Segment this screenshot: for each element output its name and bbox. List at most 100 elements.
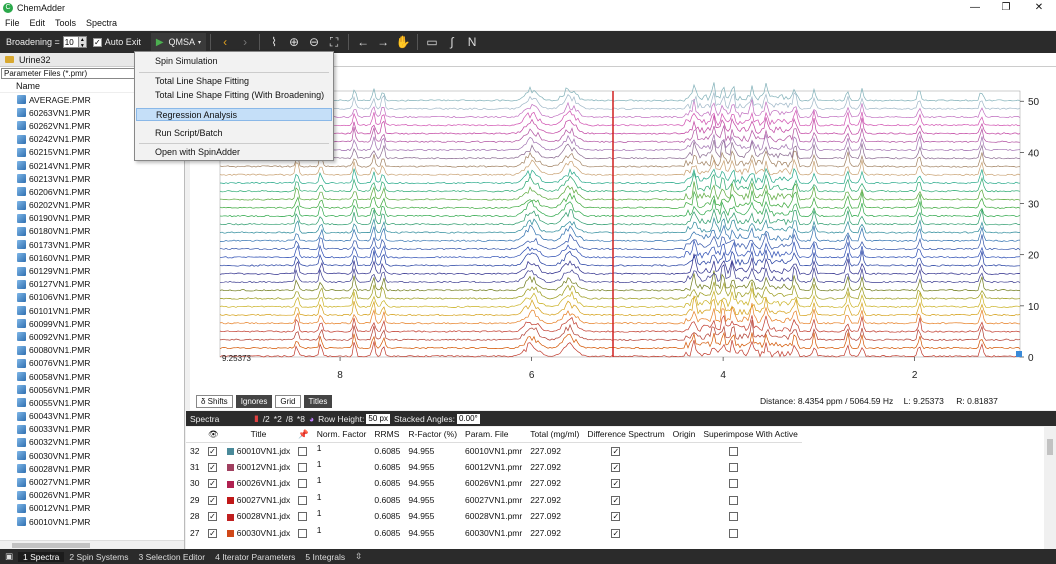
table-row[interactable]: 27 ✓ 60030VN1.jdx 1 0.6085 94.955 60030VN1.pmr…: [186, 525, 802, 542]
col-origin[interactable]: Origin: [668, 427, 700, 443]
col-rfactor[interactable]: R-Factor (%): [404, 427, 462, 443]
file-list-item[interactable]: 60106VN1.PMR: [0, 291, 184, 304]
file-list-item[interactable]: 60180VN1.PMR: [0, 225, 184, 238]
file-list-item[interactable]: 60206VN1.PMR: [0, 185, 184, 198]
col-superimpose[interactable]: Superimpose With Active: [699, 427, 802, 443]
panel-toggle-icon[interactable]: ▣: [0, 551, 18, 562]
tab-selection-editor[interactable]: 3 Selection Editor: [133, 552, 210, 562]
vertical-scrollbar[interactable]: [1044, 427, 1056, 549]
maximize-button[interactable]: ❐: [991, 0, 1021, 16]
col-title[interactable]: Title: [222, 427, 295, 443]
menu-item-total-line-shape-fitting[interactable]: Total Line Shape Fitting: [136, 75, 332, 88]
forward-icon[interactable]: ›: [235, 32, 255, 52]
scrollbar-thumb[interactable]: [1047, 439, 1053, 455]
superimpose-checkbox[interactable]: [729, 462, 739, 472]
superimpose-checkbox[interactable]: [729, 528, 739, 538]
divide-2-button[interactable]: /2: [263, 414, 270, 424]
visible-checkbox[interactable]: ✓: [208, 512, 217, 522]
file-list-item[interactable]: 60030VN1.PMR: [0, 449, 184, 462]
color-swatch[interactable]: [226, 480, 234, 488]
table-row[interactable]: 31 ✓ 60012VN1.jdx 1 0.6085 94.955 60012VN1.pmr…: [186, 459, 802, 476]
menu-item-run-script[interactable]: Run Script/Batch: [136, 127, 332, 140]
color-palette-icon[interactable]: ◕: [309, 414, 314, 424]
file-list-item[interactable]: 60092VN1.PMR: [0, 330, 184, 343]
file-list-item[interactable]: 60101VN1.PMR: [0, 304, 184, 317]
table-row[interactable]: 30 ✓ 60026VN1.jdx 1 0.6085 94.955 60026VN1.pmr…: [186, 475, 802, 492]
file-list-item[interactable]: 60012VN1.PMR: [0, 502, 184, 515]
fit-view-icon[interactable]: ⛶: [324, 32, 344, 52]
col-norm-factor[interactable]: Norm. Factor: [312, 427, 371, 443]
norm-factor[interactable]: 1: [313, 525, 371, 542]
table-row[interactable]: 28 ✓ 60028VN1.jdx 1 0.6085 94.955 60028VN1.pmr…: [186, 508, 802, 525]
titles-button[interactable]: Titles: [303, 395, 333, 408]
color-swatch[interactable]: [226, 464, 234, 471]
back-icon[interactable]: ‹: [215, 32, 235, 52]
normalize-icon[interactable]: N: [462, 32, 482, 52]
divide-8-button[interactable]: /8: [286, 414, 293, 424]
stacked-angles-input[interactable]: 0.00°: [456, 413, 480, 424]
close-button[interactable]: ✕: [1024, 0, 1054, 16]
pin-checkbox[interactable]: [298, 446, 308, 456]
file-list-item[interactable]: 60010VN1.PMR: [0, 515, 184, 528]
pin-checkbox[interactable]: [298, 528, 308, 538]
difference-checkbox[interactable]: ✓: [611, 495, 621, 505]
file-list-item[interactable]: 60032VN1.PMR: [0, 436, 184, 449]
col-difference-spectrum[interactable]: Difference Spectrum: [583, 427, 669, 443]
difference-checkbox[interactable]: ✓: [611, 446, 621, 456]
horizontal-scrollbar[interactable]: [0, 540, 184, 549]
file-list-item[interactable]: 60129VN1.PMR: [0, 264, 184, 277]
superimpose-checkbox[interactable]: [729, 495, 739, 505]
norm-factor[interactable]: 1: [313, 459, 371, 476]
color-swatch[interactable]: [226, 497, 234, 504]
table-row[interactable]: 32 ✓ 60010VN1.jdx 1 0.6085 94.955 60010VN1.pmr…: [186, 442, 802, 459]
qmsa-button[interactable]: ▶ QMSA ▾: [150, 33, 207, 51]
zoom-out-icon[interactable]: ⊖: [304, 32, 324, 52]
file-list-item[interactable]: 60027VN1.PMR: [0, 475, 184, 488]
delete-icon[interactable]: ▮: [254, 413, 259, 424]
file-list-item[interactable]: 60056VN1.PMR: [0, 383, 184, 396]
file-list-item[interactable]: 60213VN1.PMR: [0, 172, 184, 185]
menu-item-total-line-shape-fitting-broadening[interactable]: Total Line Shape Fitting (With Broadenin…: [136, 89, 332, 102]
file-list-item[interactable]: 60028VN1.PMR: [0, 462, 184, 475]
broadening-stepper[interactable]: ▲ ▼: [78, 36, 87, 49]
pin-checkbox[interactable]: [298, 512, 308, 522]
file-list-item[interactable]: 60043VN1.PMR: [0, 410, 184, 423]
zoom-in-icon[interactable]: ⊕: [284, 32, 304, 52]
auto-exit-checkbox[interactable]: ✓: [92, 37, 102, 47]
menu-file[interactable]: File: [0, 18, 25, 28]
shifts-button[interactable]: δ Shifts: [196, 395, 233, 408]
color-swatch[interactable]: [226, 513, 234, 521]
difference-checkbox[interactable]: ✓: [611, 479, 621, 489]
arrow-left-icon[interactable]: ←: [353, 32, 373, 52]
superimpose-checkbox[interactable]: [729, 512, 739, 522]
file-list-item[interactable]: 60026VN1.PMR: [0, 489, 184, 502]
arrow-right-icon[interactable]: →: [373, 32, 393, 52]
file-list-item[interactable]: 60076VN1.PMR: [0, 357, 184, 370]
multiply-8-button[interactable]: *8: [297, 414, 305, 424]
grid-button[interactable]: Grid: [275, 395, 301, 408]
norm-factor[interactable]: 1: [313, 475, 371, 492]
pin-checkbox[interactable]: [298, 495, 308, 505]
minimize-button[interactable]: —: [960, 0, 990, 16]
menu-item-open-with-spinadder[interactable]: Open with SpinAdder: [136, 146, 332, 159]
visible-checkbox[interactable]: ✓: [208, 495, 217, 505]
file-list-item[interactable]: 60099VN1.PMR: [0, 317, 184, 330]
file-list-item[interactable]: 60202VN1.PMR: [0, 199, 184, 212]
pin-icon[interactable]: 📌: [294, 427, 313, 443]
ignores-button[interactable]: Ignores: [235, 395, 273, 408]
norm-factor[interactable]: 1: [313, 508, 371, 525]
row-height-input[interactable]: 50 px: [366, 413, 390, 424]
file-list-item[interactable]: 60033VN1.PMR: [0, 423, 184, 436]
pan-hand-icon[interactable]: ✋: [393, 32, 413, 52]
col-rrms[interactable]: RRMS: [370, 427, 405, 443]
file-list-item[interactable]: 60190VN1.PMR: [0, 212, 184, 225]
pin-checkbox[interactable]: [298, 479, 308, 489]
superimpose-checkbox[interactable]: [729, 479, 739, 489]
menu-tools[interactable]: Tools: [50, 18, 81, 28]
visible-checkbox[interactable]: ✓: [208, 462, 217, 472]
superimpose-checkbox[interactable]: [729, 446, 739, 456]
menu-item-regression-analysis[interactable]: Regression Analysis: [136, 108, 332, 121]
col-total[interactable]: Total (mg/ml): [526, 427, 584, 443]
norm-factor[interactable]: 1: [313, 492, 371, 509]
peak-pick-icon[interactable]: ⌇: [264, 32, 284, 52]
